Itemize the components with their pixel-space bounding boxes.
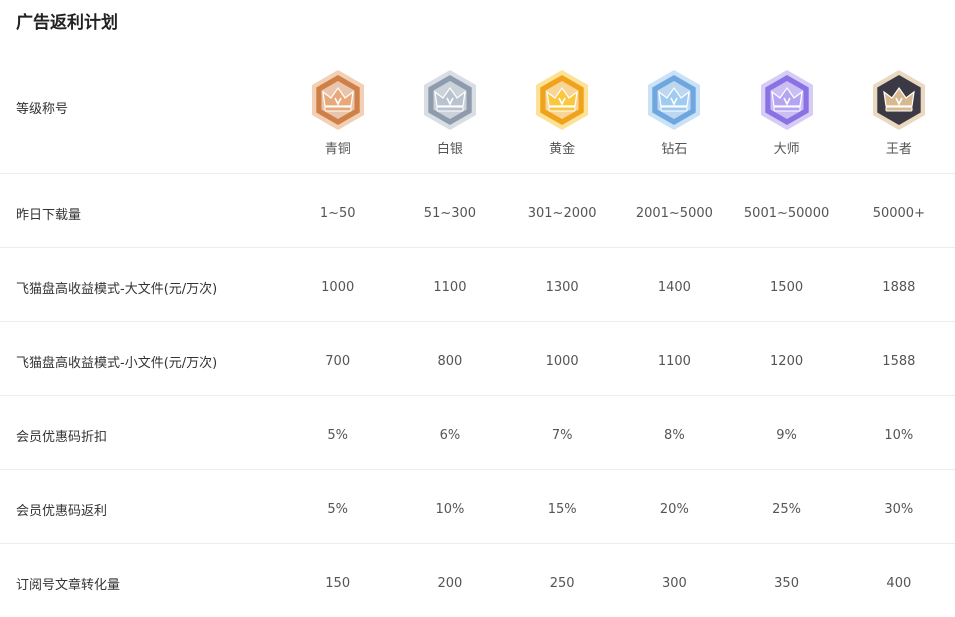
- tier-cell: 青铜: [281, 42, 394, 174]
- tier-cell: 白银: [393, 42, 507, 174]
- tier-cell: 钻石: [618, 42, 731, 174]
- table-cell: 5%: [281, 395, 394, 470]
- diamond-crown-badge-icon: [644, 68, 704, 132]
- rebate-plan-page: 广告返利计划 等级称号 青铜 白银 黄金 钻石 大师 王者 昨日下载量 1~50…: [0, 0, 955, 609]
- tier-name: 白银: [436, 141, 463, 157]
- table-cell: 1000: [281, 247, 394, 322]
- table-cell: 400: [886, 575, 912, 591]
- table-cell: 1100: [393, 247, 507, 322]
- tier-cell: 大师: [730, 42, 843, 174]
- big-file-row: 飞猫盘高收益模式-大文件(元/万次) 1000 1100 1300 1400 1…: [0, 247, 955, 322]
- table-cell: 300: [661, 575, 687, 591]
- silver-crown-badge-icon: [420, 68, 480, 132]
- page-title: 广告返利计划: [16, 13, 118, 33]
- table-cell: 700: [281, 321, 394, 396]
- rebate-row: 会员优惠码返利 5% 10% 15% 20% 25% 30%: [0, 469, 955, 544]
- table-cell: 1~50: [281, 173, 394, 248]
- table-cell: 200: [437, 575, 463, 591]
- table-cell: 50000+: [842, 173, 955, 248]
- master-crown-badge-icon: [757, 68, 817, 132]
- table-cell: 150: [325, 575, 351, 591]
- table-cell: 1100: [618, 321, 731, 396]
- table-cell: 25%: [730, 469, 843, 544]
- tier-name: 黄金: [549, 141, 576, 157]
- big-file-label: 飞猫盘高收益模式-大文件(元/万次): [0, 247, 282, 322]
- table-cell: 250: [549, 575, 575, 591]
- table-cell: 2001~5000: [618, 173, 731, 248]
- table-cell: 30%: [842, 469, 955, 544]
- table-cell: 10%: [842, 395, 955, 470]
- table-cell: 1000: [506, 321, 619, 396]
- tier-cell: 黄金: [506, 42, 619, 174]
- table-cell: 15%: [506, 469, 619, 544]
- table-cell: 20%: [618, 469, 731, 544]
- table-cell: 301~2000: [506, 173, 619, 248]
- table-cell: 9%: [730, 395, 843, 470]
- table-cell: 1500: [730, 247, 843, 322]
- downloads-row: 昨日下载量 1~50 51~300 301~2000 2001~5000 500…: [0, 173, 955, 248]
- discount-row: 会员优惠码折扣 5% 6% 7% 8% 9% 10%: [0, 395, 955, 470]
- bronze-crown-badge-icon: [308, 68, 368, 132]
- tier-name: 大师: [773, 141, 800, 157]
- tier-name: 青铜: [324, 141, 351, 157]
- table-cell: 5%: [281, 469, 394, 544]
- table-cell: 5001~50000: [730, 173, 843, 248]
- table-cell: 6%: [393, 395, 507, 470]
- conversion-row: 订阅号文章转化量 150 200 250 300 350 400: [0, 543, 955, 617]
- table-cell: 7%: [506, 395, 619, 470]
- table-cell: 8%: [618, 395, 731, 470]
- tier-label: 等级称号: [0, 42, 282, 174]
- tier-row: 等级称号 青铜 白银 黄金 钻石 大师 王者: [0, 42, 955, 174]
- table-cell: 1888: [842, 247, 955, 322]
- table-cell: 51~300: [393, 173, 507, 248]
- table-cell: 800: [393, 321, 507, 396]
- tier-cell: 王者: [842, 42, 955, 174]
- rebate-label: 会员优惠码返利: [0, 469, 282, 544]
- small-file-label: 飞猫盘高收益模式-小文件(元/万次): [0, 321, 282, 396]
- king-crown-badge-icon: [869, 68, 929, 132]
- gold-crown-badge-icon: [532, 68, 592, 132]
- conversion-label: 订阅号文章转化量: [16, 577, 121, 593]
- downloads-label: 昨日下载量: [0, 173, 282, 248]
- table-cell: 1300: [506, 247, 619, 322]
- table-cell: 1200: [730, 321, 843, 396]
- table-cell: 350: [774, 575, 799, 591]
- table-cell: 1400: [618, 247, 731, 322]
- discount-label: 会员优惠码折扣: [0, 395, 282, 470]
- small-file-row: 飞猫盘高收益模式-小文件(元/万次) 700 800 1000 1100 120…: [0, 321, 955, 396]
- rebate-table: 等级称号 青铜 白银 黄金 钻石 大师 王者 昨日下载量 1~50 51~300…: [0, 42, 955, 617]
- tier-name: 钻石: [661, 141, 688, 157]
- table-cell: 10%: [393, 469, 507, 544]
- tier-name: 王者: [885, 141, 912, 157]
- table-cell: 1588: [842, 321, 955, 396]
